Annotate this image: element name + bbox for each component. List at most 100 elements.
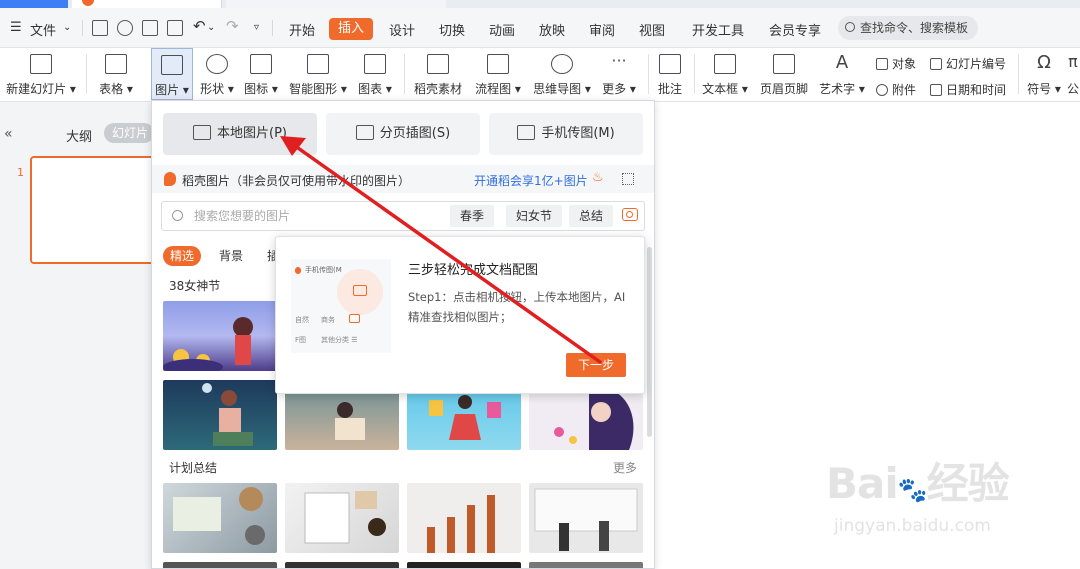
chip-spring[interactable]: 春季 [450,205,495,227]
camera-icon[interactable] [622,208,638,221]
icon-label: 图标 [244,82,269,96]
panel-scrollbar[interactable] [647,247,652,437]
print-preview-icon[interactable] [167,20,183,36]
tab-design[interactable]: 设计 [389,20,415,39]
formula-button[interactable]: π 公 [1066,48,1080,100]
daoke-material-icon [427,54,449,74]
more-link[interactable]: 更多 [613,459,637,476]
share-icon[interactable] [117,20,133,36]
print-icon[interactable] [142,20,158,36]
image-thumbnail[interactable] [163,483,277,553]
tutorial-illustration: 手机传图(M 自然 商务 F图 其他分类 ☰ [291,259,391,353]
flame-icon: ♨ [592,170,604,185]
command-search[interactable]: 查找命令、搜索模板 [838,16,978,40]
window-tab-strip [0,0,1080,8]
grid-view-icon[interactable] [622,173,634,185]
datetime-label: 日期和时间 [946,83,1007,97]
tab-animation[interactable]: 动画 [489,20,515,39]
daoke-logo-icon [295,267,301,274]
picture-search-input[interactable] [194,206,444,226]
image-thumbnail[interactable] [407,483,521,553]
category-featured[interactable]: 精选 [163,246,201,266]
phone-transfer-button[interactable]: 手机传图(M) [489,113,643,155]
command-search-label: 查找命令、搜索模板 [860,21,969,35]
next-step-button[interactable]: 下一步 [566,353,626,377]
document-tab[interactable] [72,0,222,8]
image-thumbnail[interactable] [529,483,643,553]
tab-view[interactable]: 视图 [639,20,665,39]
datetime-button[interactable]: 日期和时间 [930,81,1006,98]
image-thumbnail[interactable] [163,301,277,371]
formula-label: 公 [1066,82,1079,96]
tab-slideshow[interactable]: 放映 [539,20,565,39]
shape-button[interactable]: 形状 ▾ [198,48,236,100]
textbox-button[interactable]: 文本框 ▾ [700,48,750,100]
customize-icon[interactable]: ▿ [254,22,259,33]
upgrade-link[interactable]: 开通稻会享1亿+图片 [474,172,588,189]
outline-tab[interactable]: 大纲 [66,126,92,145]
tab-transition[interactable]: 切换 [439,20,465,39]
local-picture-button[interactable]: 本地图片(P) [163,113,317,155]
chart-label: 图表 [358,82,383,96]
icon-button[interactable]: 图标 ▾ [242,48,280,100]
chart-button[interactable]: 图表 ▾ [356,48,394,100]
tab-review[interactable]: 审阅 [589,20,615,39]
image-thumbnail[interactable] [285,562,399,568]
mindmap-button[interactable]: 思维导图 ▾ [531,48,593,100]
tab-developer[interactable]: 开发工具 [692,20,744,39]
collapse-pane-icon[interactable]: « [4,126,13,142]
undo-dropdown-icon[interactable]: ⌄ [207,22,215,33]
image-thumbnail[interactable] [529,562,643,568]
page-illustration-button[interactable]: 分页插图(S) [326,113,480,155]
picture-button[interactable]: 图片 ▾ [151,48,193,100]
redo-icon[interactable]: ↷ [226,17,239,35]
table-button[interactable]: 表格 ▾ [96,48,136,100]
chip-summary[interactable]: 总结 [569,205,614,227]
symbol-button[interactable]: Ω 符号 ▾ [1022,48,1066,100]
comment-label: 批注 [657,82,682,96]
save-icon[interactable] [92,20,108,36]
undo-icon[interactable]: ↶ [193,17,206,35]
tab-home[interactable]: 开始 [289,20,315,39]
illustration-woman-sitting [202,383,253,446]
comment-button[interactable]: 批注 [654,48,686,100]
image-thumbnail[interactable] [163,562,277,568]
picture-search-box: 春季 妇女节 总结 [161,201,645,231]
object-label: 对象 [892,57,917,71]
phone-transfer-label: 手机传图(M) [541,126,615,141]
home-tab[interactable] [0,0,68,8]
image-thumbnail[interactable] [163,380,277,450]
formula-icon: π [1068,52,1078,71]
paperclip-icon [876,84,888,96]
section-title-womens-day: 38女神节 [169,279,221,293]
slide-thumbnail[interactable] [30,156,160,264]
wordart-button[interactable]: A 艺术字 ▾ [816,48,868,100]
header-footer-button[interactable]: 页眉页脚 [756,48,812,100]
image-thumbnail[interactable] [407,562,521,568]
slides-tab[interactable]: 幻灯片 [104,123,154,143]
image-thumbnail[interactable] [285,483,399,553]
file-menu[interactable]: 文件 [30,20,56,39]
symbol-label: 符号 [1027,82,1052,96]
flowchart-button[interactable]: 流程图 ▾ [472,48,524,100]
document-tab-2[interactable] [226,0,446,8]
chip-womens-day[interactable]: 妇女节 [506,205,563,227]
chart-icon [364,54,386,74]
shape-icon [206,54,228,74]
tutorial-bottom-category: 其他分类 ☰ [321,336,358,344]
daoke-material-button[interactable]: 稻壳素材 [412,48,464,100]
category-background[interactable]: 背景 [219,247,243,264]
smart-graphic-button[interactable]: 智能图形 ▾ [287,48,349,100]
object-button[interactable]: 对象 [876,55,916,72]
divider [1018,54,1019,94]
new-slide-button[interactable]: 新建幻灯片 ▾ [6,48,76,100]
attachment-button[interactable]: 附件 [876,81,916,98]
chevron-down-icon[interactable]: ⌄ [63,22,71,33]
hamburger-icon[interactable]: ☰ [10,20,22,35]
tab-insert[interactable]: 插入 [329,18,373,40]
slide-number-button[interactable]: 幻灯片编号 [930,55,1006,72]
divider [694,54,695,94]
table-icon [105,54,127,74]
tab-member[interactable]: 会员专享 [769,20,821,39]
more-button[interactable]: ··· 更多 ▾ [600,48,638,100]
